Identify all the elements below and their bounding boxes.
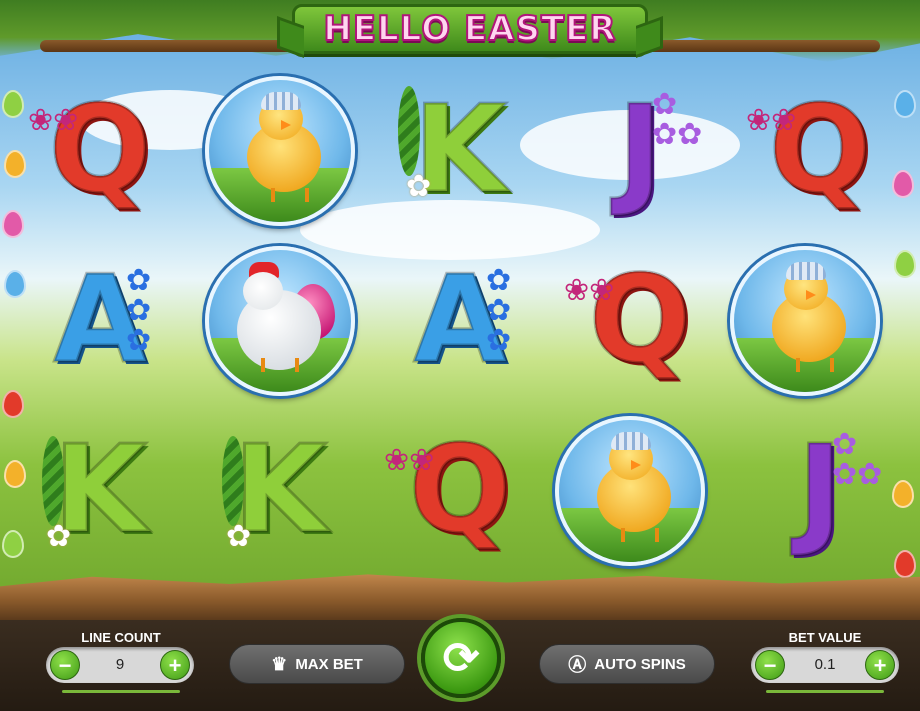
- line-count-minus-button[interactable]: −: [50, 650, 80, 680]
- spin-button[interactable]: ⟳: [421, 618, 501, 698]
- bet-value-label: BET VALUE: [788, 630, 862, 645]
- symbol-q: Q ❀❀: [20, 76, 180, 226]
- bet-value-underline: [766, 690, 884, 693]
- symbol-j: J ✿ ✿✿: [560, 76, 720, 226]
- crocus-icon: ✿ ✿✿: [832, 428, 883, 491]
- title-banner: HELLO EASTER: [292, 4, 648, 54]
- chick-orb: [730, 246, 880, 396]
- tulip-icon: ❀❀: [28, 104, 79, 137]
- crown-icon: ♛: [271, 653, 288, 674]
- symbol-a: A ✿ ✿ ✿: [380, 246, 540, 396]
- symbol-k: K ✿: [20, 416, 180, 566]
- symbol-chick: [550, 416, 710, 566]
- white-flower-icon: ✿: [46, 520, 72, 553]
- bet-value-stepper: − 0.1 +: [751, 647, 899, 683]
- hen-orb: [205, 246, 355, 396]
- bet-value-plus-button[interactable]: +: [865, 650, 895, 680]
- blue-flower-icon: ✿ ✿ ✿: [486, 264, 512, 357]
- symbol-q: Q ❀❀: [380, 416, 540, 566]
- fern-icon: [222, 436, 244, 526]
- symbol-k: K ✿: [380, 76, 540, 226]
- symbol-chick: [200, 76, 360, 226]
- symbol-q: Q ❀❀: [560, 246, 720, 396]
- line-count-value: 9: [115, 656, 125, 673]
- symbol-chick: [725, 246, 885, 396]
- chick-orb: [205, 76, 355, 226]
- ground-dirt: [0, 574, 920, 620]
- auto-icon: Ⓐ: [568, 655, 587, 675]
- refresh-icon: ⟳: [442, 633, 480, 683]
- tulip-icon: ❀❀: [564, 274, 615, 307]
- bet-value-minus-button[interactable]: −: [755, 650, 785, 680]
- line-count-stepper: − 9 +: [46, 647, 194, 683]
- reels-grid: Q ❀❀ A ✿ ✿ ✿ K ✿ K ✿ K ✿ A ✿ ✿ ✿ Q ❀❀ J …: [20, 76, 900, 576]
- auto-spins-button[interactable]: Ⓐ AUTO SPINS: [539, 644, 715, 684]
- max-bet-label: MAX BET: [295, 655, 363, 673]
- max-bet-button[interactable]: ♛ MAX BET: [229, 644, 405, 684]
- symbol-j: J ✿ ✿✿: [740, 416, 900, 566]
- chick-orb: [555, 416, 705, 566]
- tulip-icon: ❀❀: [746, 104, 797, 137]
- symbol-hen: [200, 246, 360, 396]
- tulip-icon: ❀❀: [384, 444, 435, 477]
- line-count-plus-button[interactable]: +: [160, 650, 190, 680]
- auto-spins-label: AUTO SPINS: [594, 655, 686, 673]
- game-scene: HELLO EASTER Q ❀❀ A ✿ ✿ ✿ K ✿ K ✿ K ✿ A …: [0, 0, 920, 620]
- fern-icon: [398, 86, 420, 176]
- symbol-k: K ✿: [200, 416, 360, 566]
- symbol-a: A ✿ ✿ ✿: [20, 246, 180, 396]
- line-count-label: LINE COUNT: [81, 630, 161, 645]
- line-count-underline: [62, 690, 180, 693]
- white-flower-icon: ✿: [406, 170, 432, 203]
- fern-icon: [42, 436, 64, 526]
- game-title: HELLO EASTER: [322, 8, 617, 50]
- bet-value-value: 0.1: [814, 656, 836, 673]
- white-flower-icon: ✿: [226, 520, 252, 553]
- symbol-q: Q ❀❀: [740, 76, 900, 226]
- crocus-icon: ✿ ✿✿: [652, 88, 703, 151]
- blue-flower-icon: ✿ ✿ ✿: [126, 264, 152, 357]
